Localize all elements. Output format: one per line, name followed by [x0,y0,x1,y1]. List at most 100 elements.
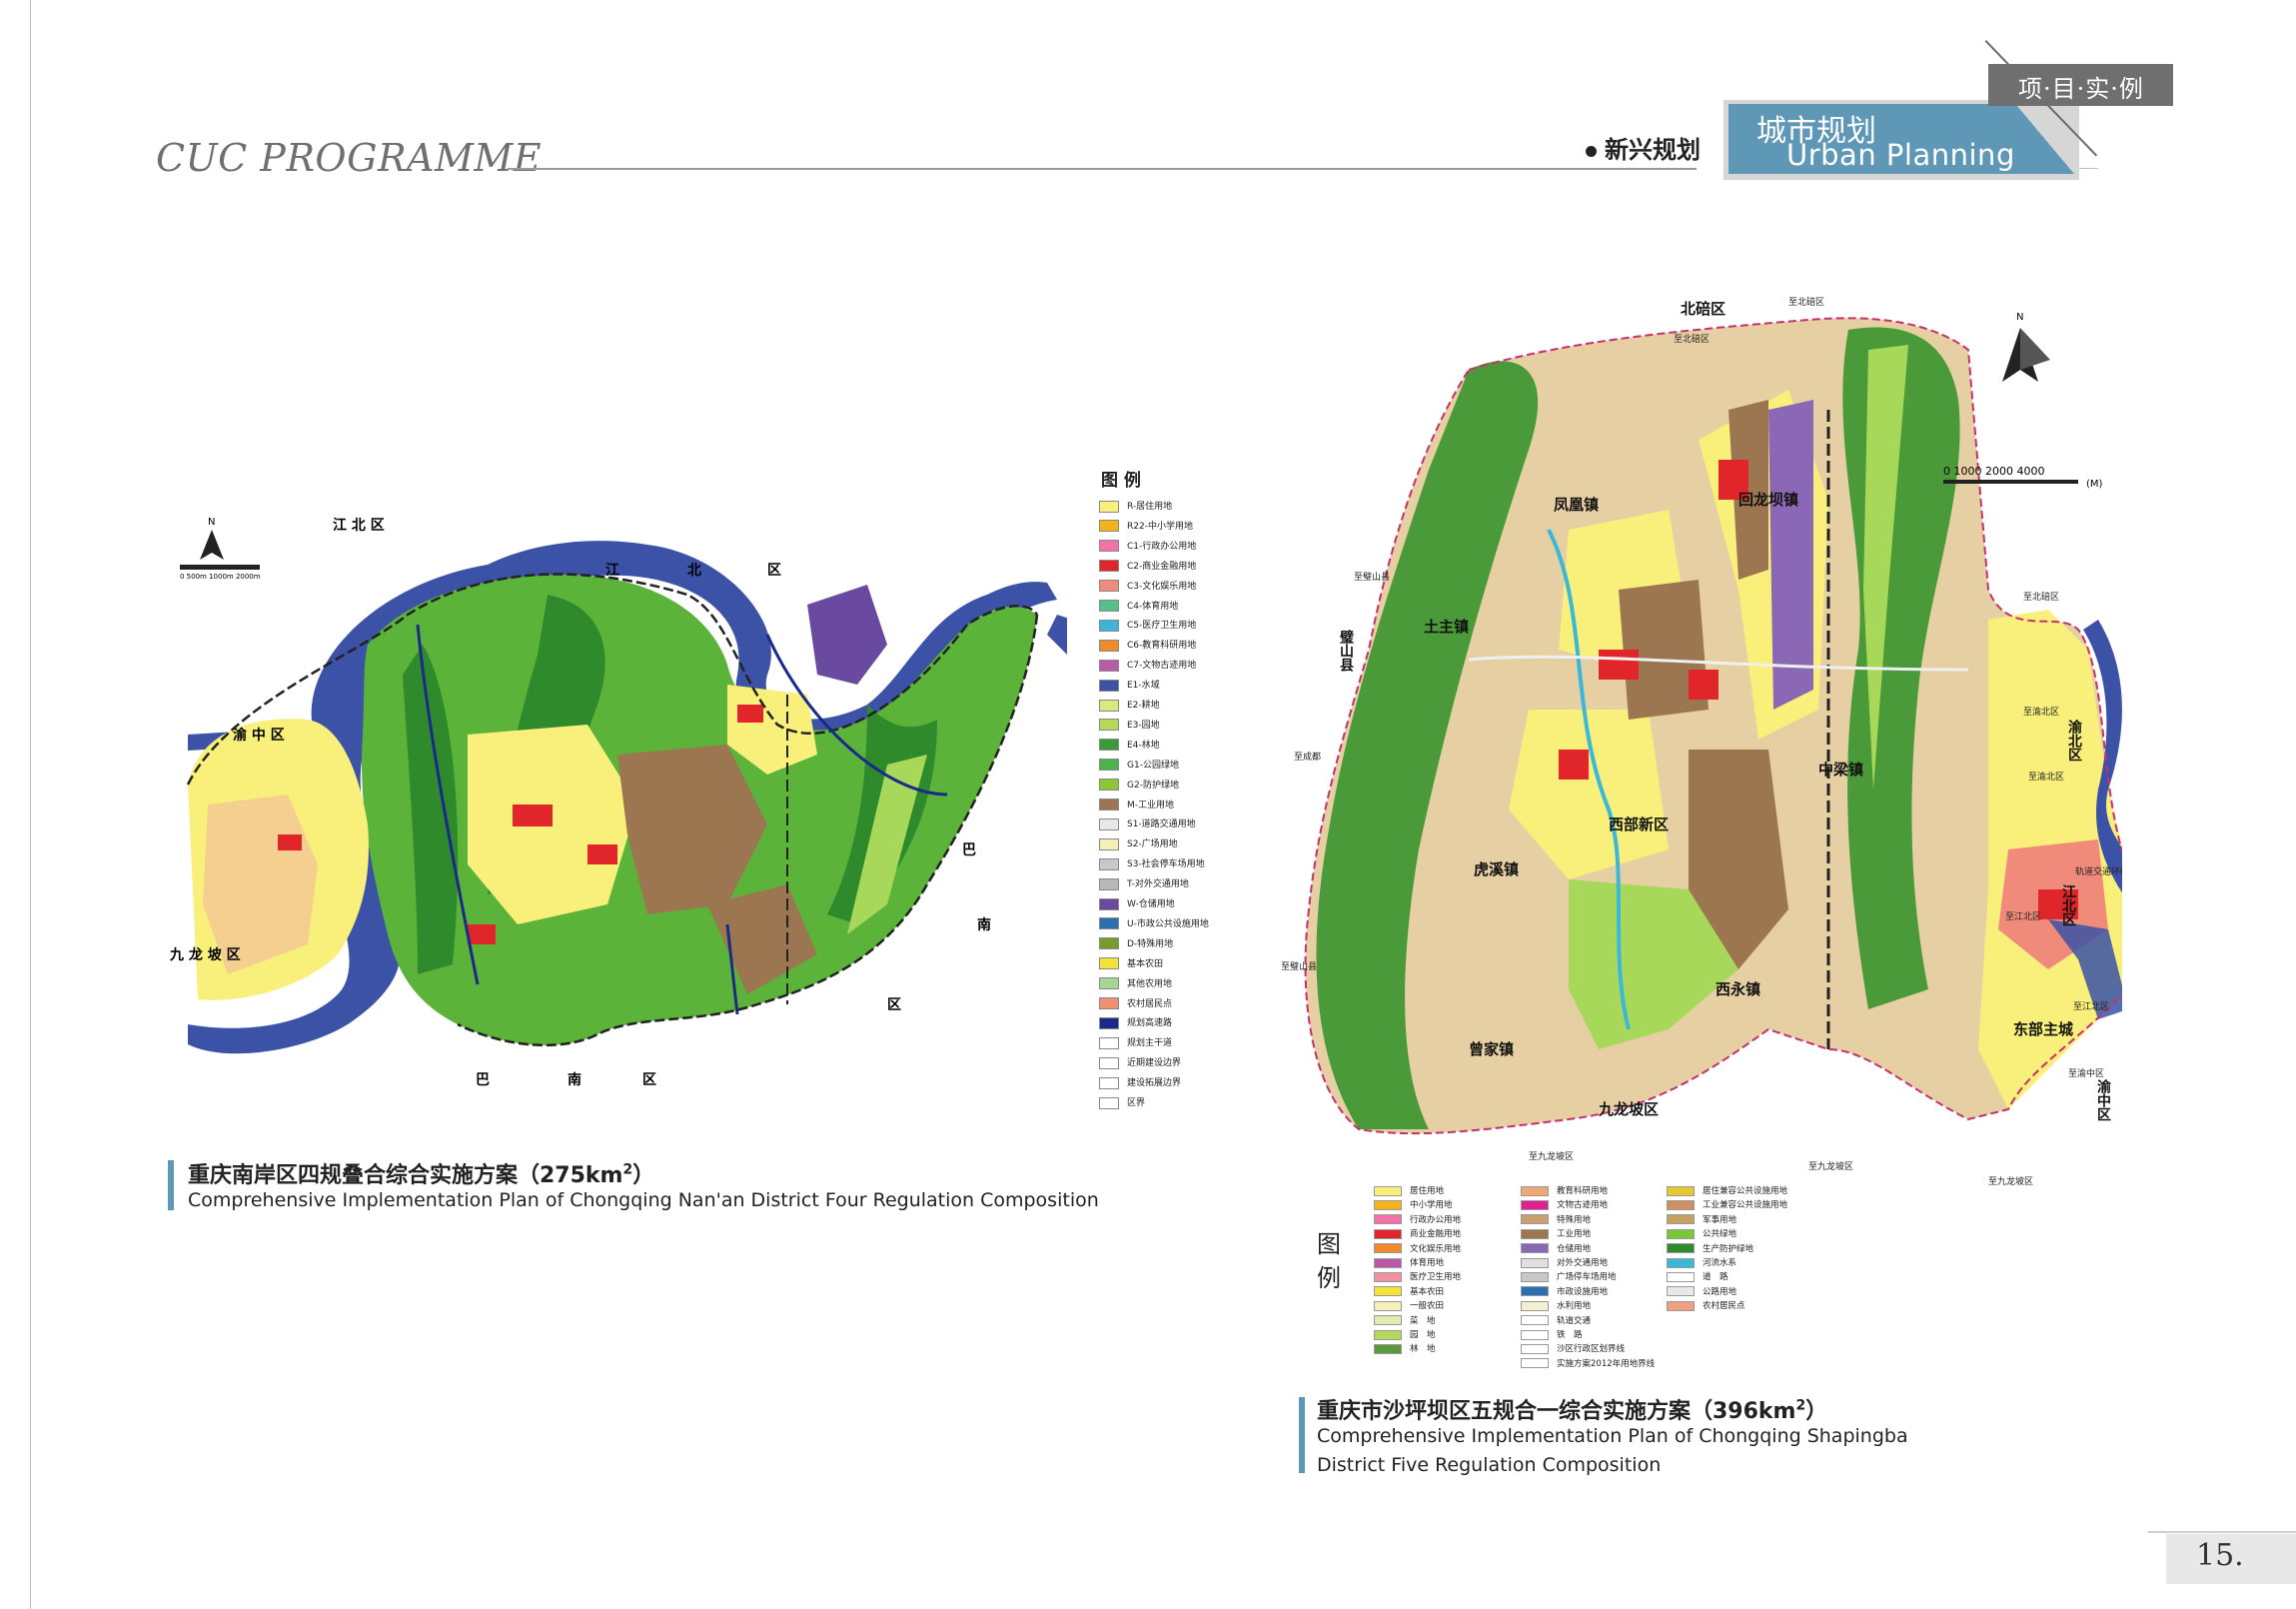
legend-swatch [1521,1257,1549,1268]
legend-label: 铁 路 [1557,1330,1583,1340]
legend-swatch [1099,977,1119,990]
legend-b-item: 特殊用地 [1521,1214,1591,1226]
label-yuzhong: 渝中区 [2095,1078,2111,1121]
legend-b-title: 图 例 [1317,1230,1341,1292]
legend-label: 文物古迹用地 [1557,1200,1609,1211]
legend-a-item: C3-文化娱乐用地 [1099,580,1196,594]
label-nan-south: 南 [568,1071,581,1088]
caption-b-tail: ） [1805,1399,1828,1424]
label-qu-east: 区 [887,997,901,1013]
legend-b-item: 居住兼容公共设施用地 [1667,1185,1787,1197]
label-jiulongpo: 九 龙 坡 区 [169,946,241,963]
legend-label: 园 地 [1410,1330,1436,1340]
legend-b-item: 对外交通用地 [1521,1257,1608,1269]
legend-label: 仓储用地 [1557,1243,1592,1254]
label-to-beibei-2: 至北碚区 [1674,333,1710,345]
legend-swatch [1374,1315,1402,1326]
legend-swatch [1521,1228,1549,1239]
legend-swatch [1374,1329,1402,1340]
label-to-yuzhong: 至渝中区 [2068,1067,2104,1079]
commercial-b-2 [1599,650,1639,680]
legend-b-item: 军事用地 [1667,1214,1736,1226]
legend-label: 商业金融用地 [1410,1229,1462,1240]
legend-swatch [1099,917,1119,930]
legend-label: 近期建设边界 [1127,1058,1182,1069]
legend-a-item: 其他农用地 [1099,977,1172,991]
legend-b-item: 铁 路 [1521,1329,1583,1341]
scale-text-b: 0 1000 2000 4000 [1943,465,2044,478]
legend-label: 教育科研用地 [1557,1186,1609,1196]
legend-label: 实施方案2012年用地界线 [1557,1358,1656,1369]
legend-label: 其他农用地 [1127,978,1173,989]
label-to-bishan-2: 至璧山县 [1281,960,1317,972]
legend-label: M-工业用地 [1127,800,1175,810]
legend-label: 基本农田 [1410,1286,1445,1297]
legend-label: T-对外交通用地 [1127,879,1189,890]
legend-label: C1-行政办公用地 [1127,541,1197,552]
caption-b-bar [1299,1397,1305,1473]
legend-swatch [1099,877,1119,890]
legend-a-item: G1-公园绿地 [1099,759,1179,773]
legend-b-item: 基本农田 [1374,1286,1444,1298]
section-label-text: 新兴规划 [1605,135,1701,164]
legend-label: 广场停车场用地 [1557,1272,1617,1283]
label-qu-south: 区 [642,1072,656,1088]
legend-label: 军事用地 [1703,1214,1737,1225]
shapingba-land-use-map: N 0 1000 2000 4000 (M) 北碚区 凤凰镇 回龙坝镇 土主镇 … [1281,296,2122,1187]
legend-a-item: E2-耕地 [1099,699,1160,713]
legend-swatch [1099,1076,1119,1089]
legend-label: C2-商业金融用地 [1127,561,1197,572]
legend-a-item: G2-防护绿地 [1099,779,1179,793]
legend-label: 市政设施用地 [1557,1286,1609,1297]
legend-swatch [1099,1016,1119,1029]
label-xibu: 西部新区 [1609,815,1669,833]
legend-a-item: 农村居民点 [1099,997,1172,1011]
caption-a-sup: 2 [622,1161,633,1178]
legend-a-item: 规划高速路 [1099,1016,1172,1030]
legend-b-item: 文化娱乐用地 [1374,1243,1461,1255]
legend-swatch [1099,779,1119,792]
warehouse-zone [807,585,887,685]
legend-label: C3-文化娱乐用地 [1127,581,1197,592]
section-tab-title-en: Urban Planning [1786,138,2015,172]
legend-swatch [1521,1315,1549,1326]
north-label-b: N [2016,312,2023,323]
commercial-patch-1 [513,804,553,826]
legend-a-item: C5-医疗卫生用地 [1099,619,1196,633]
legend-swatch [1521,1329,1549,1340]
legend-label: S3-社会停车场用地 [1127,859,1205,870]
legend-label: 居住兼容公共设施用地 [1703,1186,1788,1196]
legend-label: E3-园地 [1127,720,1160,731]
legend-b-item: 实施方案2012年用地界线 [1521,1358,1655,1370]
legend-b-item: 水利用地 [1521,1300,1591,1312]
legend-swatch [1099,997,1119,1009]
legend-b-item: 农村居民点 [1667,1300,1745,1312]
legend-swatch [1374,1286,1402,1297]
label-jiangbei: 江北区 [2060,883,2076,926]
legend-label: 建设拓展边界 [1127,1078,1182,1089]
legend-b-item: 仓储用地 [1521,1243,1591,1255]
caption-a-tail: ） [632,1163,655,1188]
label-to-bishan: 至璧山县 [1354,571,1390,583]
legend-a-item: E4-林地 [1099,739,1160,753]
legend-a-item: S1-道路交通用地 [1099,817,1196,831]
legend-swatch [1099,957,1119,970]
caption-a-bar [168,1160,174,1210]
legend-label: 轨道交通 [1557,1315,1592,1326]
page-number-box: 15. [2166,1534,2296,1584]
legend-swatch [1521,1300,1549,1311]
legend-label: 河流水系 [1703,1258,1737,1268]
legend-label: 基本农田 [1127,958,1164,969]
caption-b-sup: 2 [1795,1397,1806,1414]
legend-label: 区界 [1127,1098,1146,1108]
scale-bar-a [180,565,260,570]
legend-label: 道 路 [1703,1272,1728,1283]
legend-a-item: R22-中小学用地 [1099,520,1193,534]
legend-a-item: E1-水域 [1099,679,1160,693]
legend-label: 医疗卫生用地 [1410,1272,1462,1283]
label-to-chengdu: 至成都 [1294,751,1321,763]
label-huilong: 回龙坝镇 [1738,491,1798,509]
legend-b-item: 广场停车场用地 [1521,1271,1617,1283]
legend-b-item: 体育用地 [1374,1257,1444,1269]
scale-unit-b: (M) [2086,479,2103,490]
